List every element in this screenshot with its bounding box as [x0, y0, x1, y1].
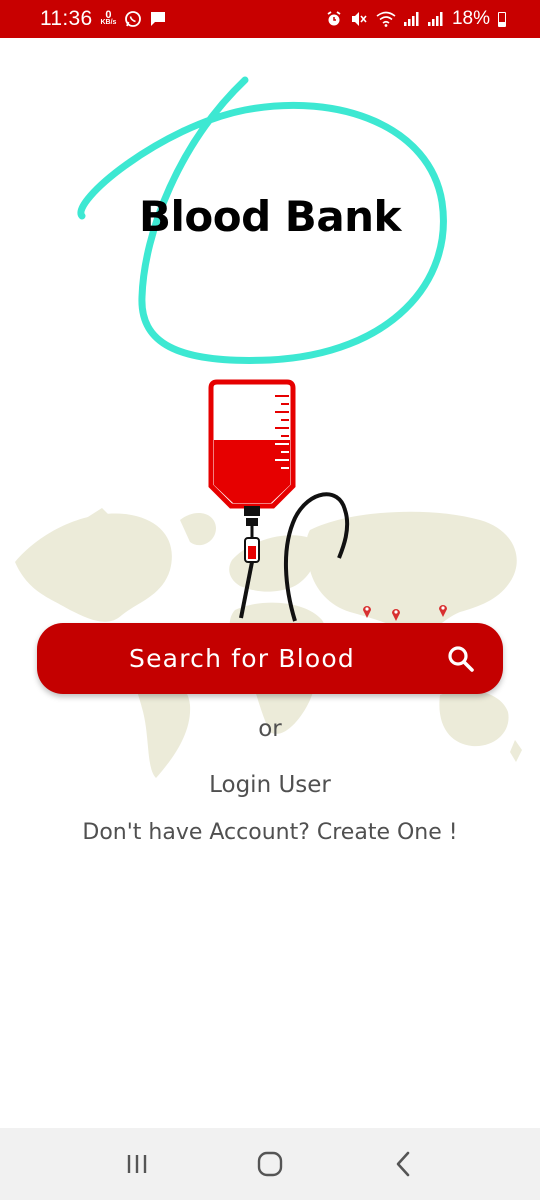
recent-apps-button[interactable]	[107, 1134, 167, 1194]
network-speed: 0 KB/s	[100, 9, 117, 27]
battery-icon	[498, 11, 506, 27]
mute-icon	[350, 11, 368, 27]
map-pin-icon	[363, 606, 371, 618]
back-button[interactable]	[373, 1134, 433, 1194]
signal-icon	[427, 12, 444, 26]
search-blood-label: Search for Blood	[129, 644, 355, 673]
navigation-bar	[0, 1128, 540, 1200]
app-title: Blood Bank	[139, 192, 402, 241]
network-speed-unit: KB/s	[100, 19, 117, 26]
status-bar: 11:36 0 KB/s 18%	[0, 0, 540, 38]
signal-icon	[403, 12, 420, 26]
whatsapp-icon	[124, 10, 142, 28]
or-separator: or	[258, 716, 282, 742]
blood-bag-icon	[208, 379, 350, 622]
home-icon	[257, 1151, 283, 1177]
search-blood-button[interactable]: Search for Blood	[37, 623, 503, 694]
status-right: 18%	[326, 8, 506, 30]
back-icon	[397, 1151, 410, 1177]
map-pin-icon	[439, 605, 447, 617]
network-speed-value: 0	[105, 9, 112, 21]
message-icon	[150, 11, 166, 27]
status-left: 11:36 0 KB/s	[40, 7, 166, 31]
login-user-link[interactable]: Login User	[0, 772, 540, 798]
create-account-link[interactable]: Don't have Account? Create One !	[0, 820, 540, 845]
wifi-icon	[376, 11, 396, 27]
status-time: 11:36	[40, 7, 93, 30]
recent-apps-icon	[127, 1155, 146, 1173]
battery-percent: 18%	[451, 8, 490, 29]
home-button[interactable]	[240, 1134, 300, 1194]
search-icon	[448, 646, 474, 672]
map-pin-icon	[392, 609, 400, 621]
alarm-icon	[326, 11, 342, 27]
